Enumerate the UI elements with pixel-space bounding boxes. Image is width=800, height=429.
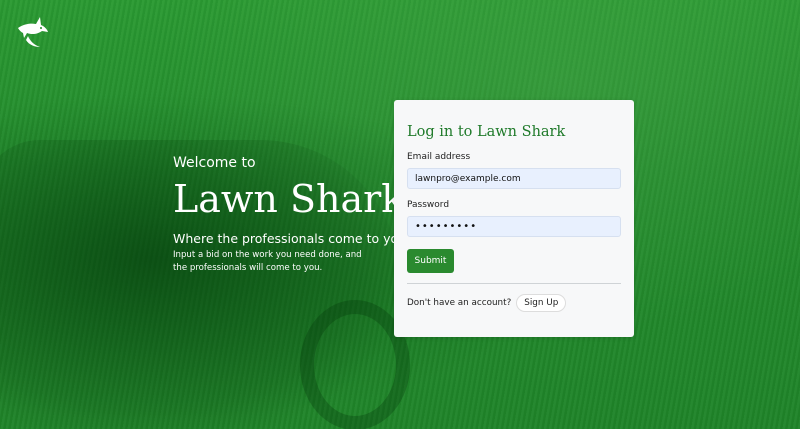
password-value: ••••••••• <box>415 221 478 232</box>
signup-button[interactable]: Sign Up <box>516 294 567 312</box>
signup-row: Don't have an account? Sign Up <box>407 294 621 312</box>
login-card: Log in to Lawn Shark Email address lawnp… <box>394 100 634 337</box>
brand-title: Lawn Shark <box>173 177 405 221</box>
welcome-text: Welcome to <box>173 155 256 171</box>
email-field[interactable]: lawnpro@example.com <box>407 168 621 189</box>
divider <box>407 283 621 284</box>
tagline: Where the professionals come to you! <box>173 231 412 246</box>
submit-button[interactable]: Submit <box>407 249 454 273</box>
password-field[interactable]: ••••••••• <box>407 216 621 237</box>
login-title: Log in to Lawn Shark <box>407 124 566 140</box>
email-value: lawnpro@example.com <box>415 173 521 184</box>
hero-section: Welcome to Lawn Shark Where the professi… <box>173 155 412 275</box>
signup-prompt: Don't have an account? <box>407 298 512 308</box>
hero-description: Input a bid on the work you need done, a… <box>173 250 362 273</box>
email-label: Email address <box>407 152 471 162</box>
shark-logo-icon[interactable] <box>14 14 50 50</box>
password-label: Password <box>407 200 450 210</box>
